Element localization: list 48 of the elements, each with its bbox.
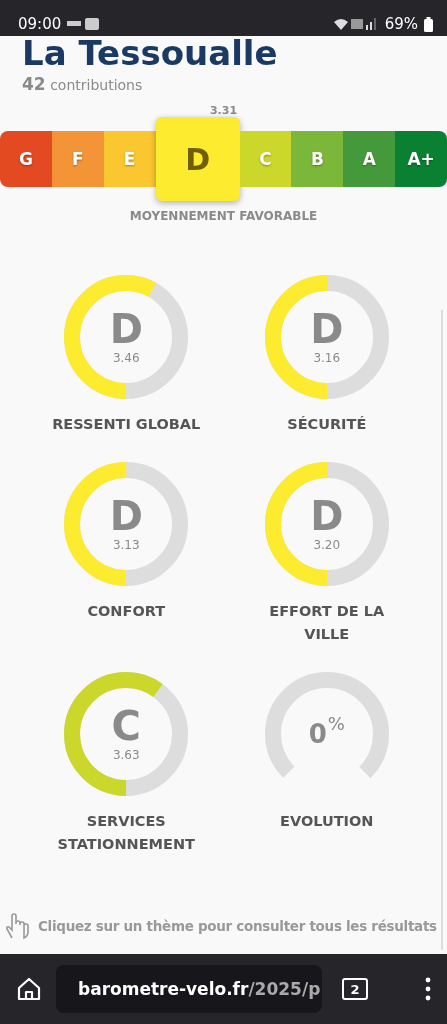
pointing-hand-icon (4, 912, 30, 940)
grade-segment: B (291, 131, 344, 187)
grade-segment: F (51, 131, 104, 187)
hint-text: Cliquez sur un thème pour consulter tous les résultats (38, 918, 437, 934)
grade-letter: C (111, 706, 141, 746)
grade-letter: D (310, 309, 344, 349)
more-menu-icon[interactable] (425, 977, 431, 1001)
grade-segment: A (343, 131, 396, 187)
theme-card[interactable]: 0% EVOLUTION (226, 672, 427, 856)
home-icon[interactable] (16, 976, 42, 1002)
grade-letter: D (310, 496, 344, 536)
theme-label: EFFORT DE LA VILLE (268, 602, 386, 644)
address-bar[interactable]: barometre-velo.fr/2025/p (56, 965, 322, 1013)
theme-card[interactable]: D 3.13 CONFORT (26, 462, 227, 646)
theme-card[interactable]: D 3.16 SÉCURITÉ (226, 275, 427, 436)
evolution-value: 0 (308, 719, 327, 749)
grade-segment: A+ (395, 131, 447, 187)
theme-label: SÉCURITÉ (286, 415, 368, 434)
grade-segment: G (0, 131, 52, 187)
theme-label: SERVICES STATIONNEMENT (56, 812, 196, 854)
city-title: La Tessoualle (22, 36, 279, 70)
signal-icon (332, 17, 379, 31)
tab-count[interactable]: 2 (342, 978, 368, 1000)
grade-segment: C (239, 131, 292, 187)
overall-score: 3.31 (209, 104, 238, 117)
url-text: barometre-velo.fr/2025/p (78, 979, 321, 999)
contribution-label: contributions (50, 77, 143, 93)
grade-segment: D (155, 117, 240, 201)
theme-card[interactable]: D 3.20 EFFORT DE LA VILLE (226, 462, 427, 646)
grade-score: 3.16 (313, 351, 341, 365)
contribution-count: 42 (22, 74, 46, 94)
grade-score: 3.13 (112, 538, 140, 552)
grade-letter: D (109, 496, 143, 536)
clock: 09:00 (18, 15, 62, 33)
theme-label: CONFORT (86, 602, 167, 621)
percent-sign: % (327, 713, 345, 734)
battery-level: 69% (384, 15, 418, 33)
theme-card[interactable]: D 3.46 RESSENTI GLOBAL (26, 275, 227, 436)
theme-label: RESSENTI GLOBAL (51, 415, 202, 434)
grade-score: 3.46 (112, 351, 140, 365)
theme-label: EVOLUTION (279, 812, 375, 831)
grade-letter: D (109, 309, 143, 349)
grade-score: 3.20 (313, 538, 341, 552)
battery-icon (424, 16, 433, 32)
grade-score: 3.63 (112, 748, 140, 762)
theme-card[interactable]: C 3.63 SERVICES STATIONNEMENT (26, 672, 227, 856)
grade-segment: E (103, 131, 156, 187)
rating-label: MOYENNEMENT FAVORABLE (129, 209, 318, 223)
